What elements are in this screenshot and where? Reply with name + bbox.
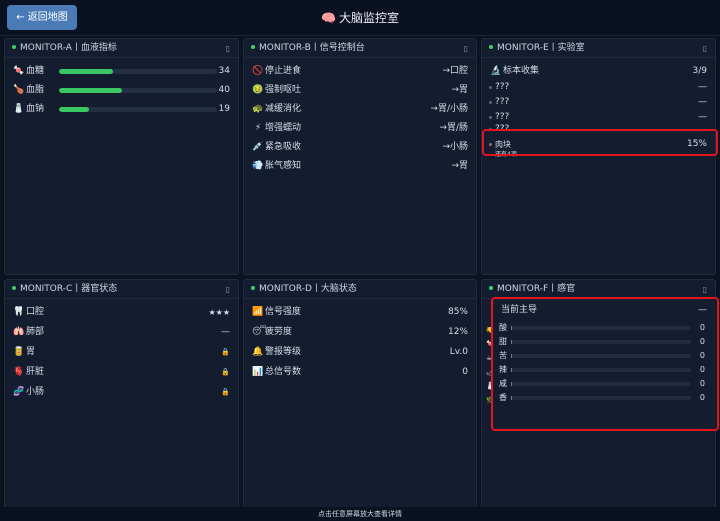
bar-chart-icon: 📊 — [252, 367, 264, 377]
specimen-dot — [489, 116, 492, 119]
status-dot — [12, 285, 16, 290]
status-dot — [489, 44, 493, 49]
total-signals-row: 📊 总信号数 0 — [244, 365, 476, 380]
tooth-icon: 🦷 — [13, 307, 25, 317]
blood-sodium-row: 🧂 血钠 19 — [5, 102, 238, 117]
monitor-e-header: MONITOR-E丨实验室 ▯ — [482, 39, 715, 58]
monitor-d-header: MONITOR-D丨大脑状态 — [244, 280, 476, 299]
stomach-icon: 🥫 — [13, 347, 25, 357]
blood-sugar-bar — [59, 69, 217, 74]
status-dot — [251, 285, 255, 290]
nausea-icon: 🤢 — [252, 85, 264, 95]
monitor-c-panel[interactable]: MONITOR-C丨器官状态 ▯ 🦷 口腔 ★★★ 🫁 肺部 — 🥫 胃 🔒 🫀 肝脏 🔒 🧬 小肠… — [4, 279, 239, 509]
organ-stomach[interactable]: 🥫 胃 🔒 — [5, 345, 238, 360]
fatigue-row: 😴 疲劳度 12% — [244, 325, 476, 340]
signal-strength-row: 📶 信号强度 85% — [244, 305, 476, 320]
lock-icon: 🔒 — [221, 348, 230, 356]
lock-icon: 🔒 — [221, 388, 230, 396]
specimen-dot — [489, 101, 492, 104]
highlight-box-senses — [491, 297, 719, 431]
lock-icon: 🔒 — [221, 368, 230, 376]
expand-icon[interactable]: ▯ — [226, 39, 230, 58]
brain-icon: 🧠 — [321, 11, 336, 25]
status-dot — [489, 285, 493, 290]
signal-force-vomit[interactable]: 🤢 强制呕吐 →胃 — [244, 83, 476, 98]
monitor-d-panel[interactable]: MONITOR-D丨大脑状态 📶 信号强度 85% 😴 疲劳度 12% 🔔 警报等级 Lv.… — [243, 279, 477, 509]
status-dot — [12, 44, 16, 49]
syringe-icon: 💉 — [252, 142, 264, 152]
lightning-icon: ⚡ — [254, 123, 262, 133]
bell-icon: 🔔 — [252, 347, 264, 357]
highlight-box-specimen — [482, 129, 718, 156]
signal-slow-digestion[interactable]: 🐢 减缓消化 →胃/小肠 — [244, 102, 476, 117]
wind-icon: 💨 — [252, 161, 264, 171]
microscope-icon: 🔬 — [490, 66, 502, 76]
signal-emergency-absorb[interactable]: 💉 紧急吸收 →小肠 — [244, 140, 476, 155]
blood-fat-row: 🍗 血脂 40 — [5, 83, 238, 98]
monitor-a-panel[interactable]: MONITOR-A丨血液指标 ▯ 🍬 血糖 34 🍗 血脂 40 🧂 血钠 19 — [4, 38, 239, 275]
signal-stop-eating[interactable]: 🚫 停止进食 →口腔 — [244, 64, 476, 79]
turtle-icon: 🐢 — [252, 104, 264, 114]
organ-liver[interactable]: 🫀 肝脏 🔒 — [5, 365, 238, 380]
liver-icon: 🫀 — [13, 367, 25, 377]
specimen-item: ??? — — [482, 80, 715, 95]
signal-boost-peristalsis[interactable]: ⚡ 增强蠕动 →胃/肠 — [244, 121, 476, 136]
monitor-e-panel[interactable]: MONITOR-E丨实验室 ▯ 🔬 标本收集 3/9 ??? — ??? — ??? —… — [481, 38, 716, 275]
organ-mouth[interactable]: 🦷 口腔 ★★★ — [5, 305, 238, 320]
specimen-item: ??? — — [482, 95, 715, 110]
meat-icon: 🍗 — [13, 85, 25, 95]
expand-icon[interactable]: ▯ — [703, 39, 707, 58]
expand-icon[interactable]: ▯ — [226, 280, 230, 299]
organ-small-intestine[interactable]: 🧬 小肠 🔒 — [5, 385, 238, 400]
signal-icon: 📶 — [252, 307, 264, 317]
monitor-b-header: MONITOR-B丨信号控制台 ▯ — [244, 39, 476, 58]
signal-bloating[interactable]: 💨 胀气感知 →胃 — [244, 159, 476, 174]
alert-level-row: 🔔 警报等级 Lv.0 — [244, 345, 476, 360]
lungs-icon: 🫁 — [13, 327, 25, 337]
page-title: 🧠 大脑监控室 — [321, 11, 399, 25]
footer-hint[interactable]: 点击任意屏幕放大查看详情 — [0, 507, 720, 521]
expand-icon[interactable]: ▯ — [464, 39, 468, 58]
blood-sugar-row: 🍬 血糖 34 — [5, 64, 238, 79]
status-dot — [251, 44, 255, 49]
monitor-c-header: MONITOR-C丨器官状态 ▯ — [5, 280, 238, 299]
dna-icon: 🧬 — [13, 387, 25, 397]
blood-sodium-bar — [59, 107, 217, 112]
specimen-collect-row: 🔬 标本收集 3/9 — [482, 64, 715, 79]
monitor-b-panel[interactable]: MONITOR-B丨信号控制台 ▯ 🚫 停止进食 →口腔 🤢 强制呕吐 →胃 🐢 减缓消化 →… — [243, 38, 477, 275]
salt-icon: 🧂 — [13, 104, 25, 114]
organ-lungs[interactable]: 🫁 肺部 — — [5, 325, 238, 340]
stop-icon: 🚫 — [252, 66, 264, 76]
blood-fat-bar — [59, 88, 217, 93]
candy-icon: 🍬 — [13, 66, 25, 76]
monitor-a-header: MONITOR-A丨血液指标 ▯ — [5, 39, 238, 58]
sleepy-icon: 😴 — [252, 327, 267, 337]
top-bar: ← 返回地图 🧠 大脑监控室 — [0, 0, 720, 36]
specimen-dot — [489, 86, 492, 89]
